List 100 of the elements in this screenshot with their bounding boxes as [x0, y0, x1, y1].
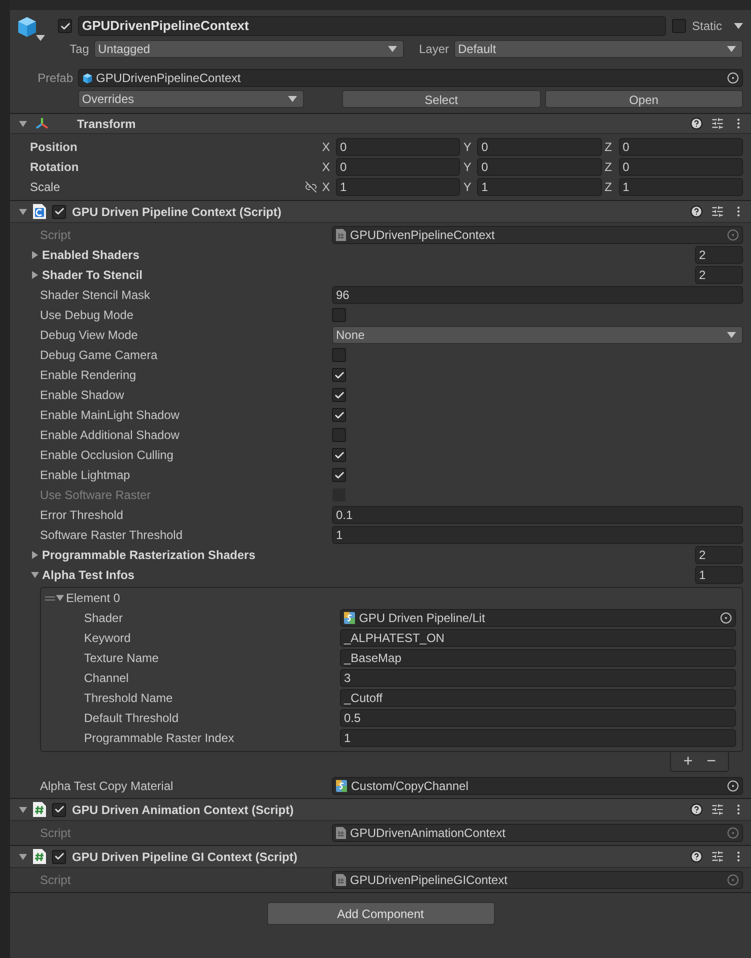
layer-dropdown[interactable]: Default — [454, 40, 743, 58]
checkbox[interactable] — [332, 348, 346, 362]
text-field[interactable]: _ALPHATEST_ON — [340, 629, 736, 647]
property-label: Shader — [84, 610, 124, 627]
text-field[interactable]: 96 — [332, 286, 743, 304]
number-field[interactable]: 0 — [618, 138, 743, 156]
property-label: Enable Additional Shadow — [40, 427, 180, 444]
foldout-arrow-icon[interactable] — [19, 852, 27, 860]
element-label[interactable]: Element 0 — [66, 589, 120, 607]
text-field[interactable]: 1 — [340, 729, 736, 747]
object-picker-icon[interactable] — [727, 72, 739, 84]
dropdown[interactable]: None — [332, 326, 743, 344]
axis-label[interactable]: Y — [463, 138, 474, 156]
prefab-cube-icon — [82, 72, 93, 84]
settings-icon[interactable] — [711, 117, 724, 130]
text-field[interactable]: 0.1 — [332, 506, 743, 524]
component-header[interactable]: GPU Driven Pipeline Context (Script) — [10, 201, 751, 223]
tag-dropdown[interactable]: Untagged — [94, 40, 404, 58]
text-field[interactable]: 1 — [332, 526, 743, 544]
array-size-field[interactable]: 2 — [695, 546, 743, 564]
foldout-arrow-icon[interactable] — [31, 571, 39, 579]
property-label[interactable]: Programmable Rasterization Shaders — [42, 546, 256, 564]
property-label: Use Software Raster — [40, 487, 152, 504]
settings-icon[interactable] — [711, 803, 724, 816]
property-label[interactable]: Alpha Test Infos — [42, 566, 134, 584]
overrides-dropdown[interactable]: Overrides — [78, 90, 304, 108]
foldout-arrow-icon[interactable] — [19, 208, 27, 216]
component-header[interactable]: Transform — [10, 114, 751, 134]
foldout-arrow-icon[interactable] — [31, 251, 39, 259]
object-field-value: GPUDrivenAnimationContext — [350, 825, 506, 842]
add-component-button[interactable]: Add Component — [266, 902, 494, 925]
checkbox[interactable] — [52, 850, 66, 864]
property-label: Error Threshold — [40, 507, 124, 524]
static-label: Static — [692, 18, 722, 35]
remove-element-button[interactable]: − — [706, 754, 716, 770]
axis-label[interactable]: X — [322, 178, 332, 196]
axis-label[interactable]: Z — [604, 158, 615, 176]
array-size-field[interactable]: 2 — [695, 266, 743, 284]
settings-icon[interactable] — [711, 850, 724, 863]
drag-handle-icon[interactable] — [45, 596, 55, 600]
object-picker-icon[interactable] — [727, 780, 739, 792]
layer-label: Layer — [418, 41, 450, 58]
text-field[interactable]: 3 — [340, 669, 736, 687]
help-icon[interactable] — [690, 117, 703, 130]
unlinked-scale-icon[interactable] — [305, 181, 317, 193]
property-label[interactable]: Enabled Shaders — [42, 246, 140, 264]
foldout-arrow-icon[interactable] — [31, 551, 39, 559]
axis-label[interactable]: Y — [463, 158, 474, 176]
select-button[interactable]: Select — [342, 90, 540, 108]
object-picker-icon[interactable] — [720, 612, 732, 624]
transform-axes-icon — [35, 116, 49, 130]
add-element-button[interactable]: + — [683, 754, 693, 770]
help-icon[interactable] — [690, 205, 703, 218]
axis-label[interactable]: Z — [604, 178, 615, 196]
checkbox[interactable] — [332, 388, 346, 402]
component-header[interactable]: GPU Driven Pipeline GI Context (Script) — [10, 846, 751, 868]
number-field[interactable]: 1 — [618, 178, 743, 196]
text-field[interactable]: _Cutoff — [340, 689, 736, 707]
property-label[interactable]: Shader To Stencil — [42, 266, 142, 284]
foldout-arrow-icon[interactable] — [56, 594, 64, 602]
object-field[interactable]: GPU Driven Pipeline/Lit — [340, 609, 736, 627]
checkbox[interactable] — [332, 368, 346, 382]
array-size-field[interactable]: 2 — [695, 246, 743, 264]
number-field[interactable]: 0 — [336, 158, 460, 176]
array-size-field[interactable]: 1 — [695, 566, 743, 584]
object-field[interactable]: Custom/CopyChannel — [332, 777, 743, 795]
axis-label[interactable]: Z — [604, 138, 615, 156]
name-field[interactable]: GPUDrivenPipelineContext — [78, 16, 666, 36]
number-field[interactable]: 0 — [618, 158, 743, 176]
number-field[interactable]: 1 — [477, 178, 602, 196]
text-field[interactable]: 0.5 — [340, 709, 736, 727]
number-field[interactable]: 0 — [477, 158, 602, 176]
checkbox[interactable] — [58, 19, 72, 33]
axis-label[interactable]: Y — [463, 178, 474, 196]
axis-label[interactable]: X — [322, 138, 332, 156]
open-button[interactable]: Open — [544, 90, 743, 108]
help-icon[interactable] — [690, 850, 703, 863]
checkbox[interactable] — [332, 308, 346, 322]
text-field[interactable]: _BaseMap — [340, 649, 736, 667]
checkbox[interactable] — [332, 408, 346, 422]
foldout-arrow-icon[interactable] — [19, 120, 27, 128]
foldout-arrow-icon[interactable] — [19, 806, 27, 814]
axis-label[interactable]: X — [322, 158, 332, 176]
number-field[interactable]: 0 — [477, 138, 602, 156]
checkbox[interactable] — [332, 428, 346, 442]
checkbox[interactable] — [672, 19, 686, 33]
prefab-field[interactable]: GPUDrivenPipelineContext — [78, 69, 743, 87]
number-field[interactable]: 0 — [336, 138, 460, 156]
property-label: Script — [40, 872, 72, 889]
checkbox[interactable] — [52, 204, 66, 218]
component-header[interactable]: GPU Driven Animation Context (Script) — [10, 799, 751, 821]
foldout-arrow-icon[interactable] — [31, 271, 39, 279]
checkbox[interactable] — [332, 468, 346, 482]
checkbox[interactable] — [52, 802, 66, 816]
dropdown-caret-icon — [388, 46, 397, 52]
checkbox[interactable] — [332, 448, 346, 462]
property-label: Scale — [30, 179, 62, 196]
settings-icon[interactable] — [711, 205, 724, 218]
number-field[interactable]: 1 — [336, 178, 460, 196]
help-icon[interactable] — [690, 803, 703, 816]
